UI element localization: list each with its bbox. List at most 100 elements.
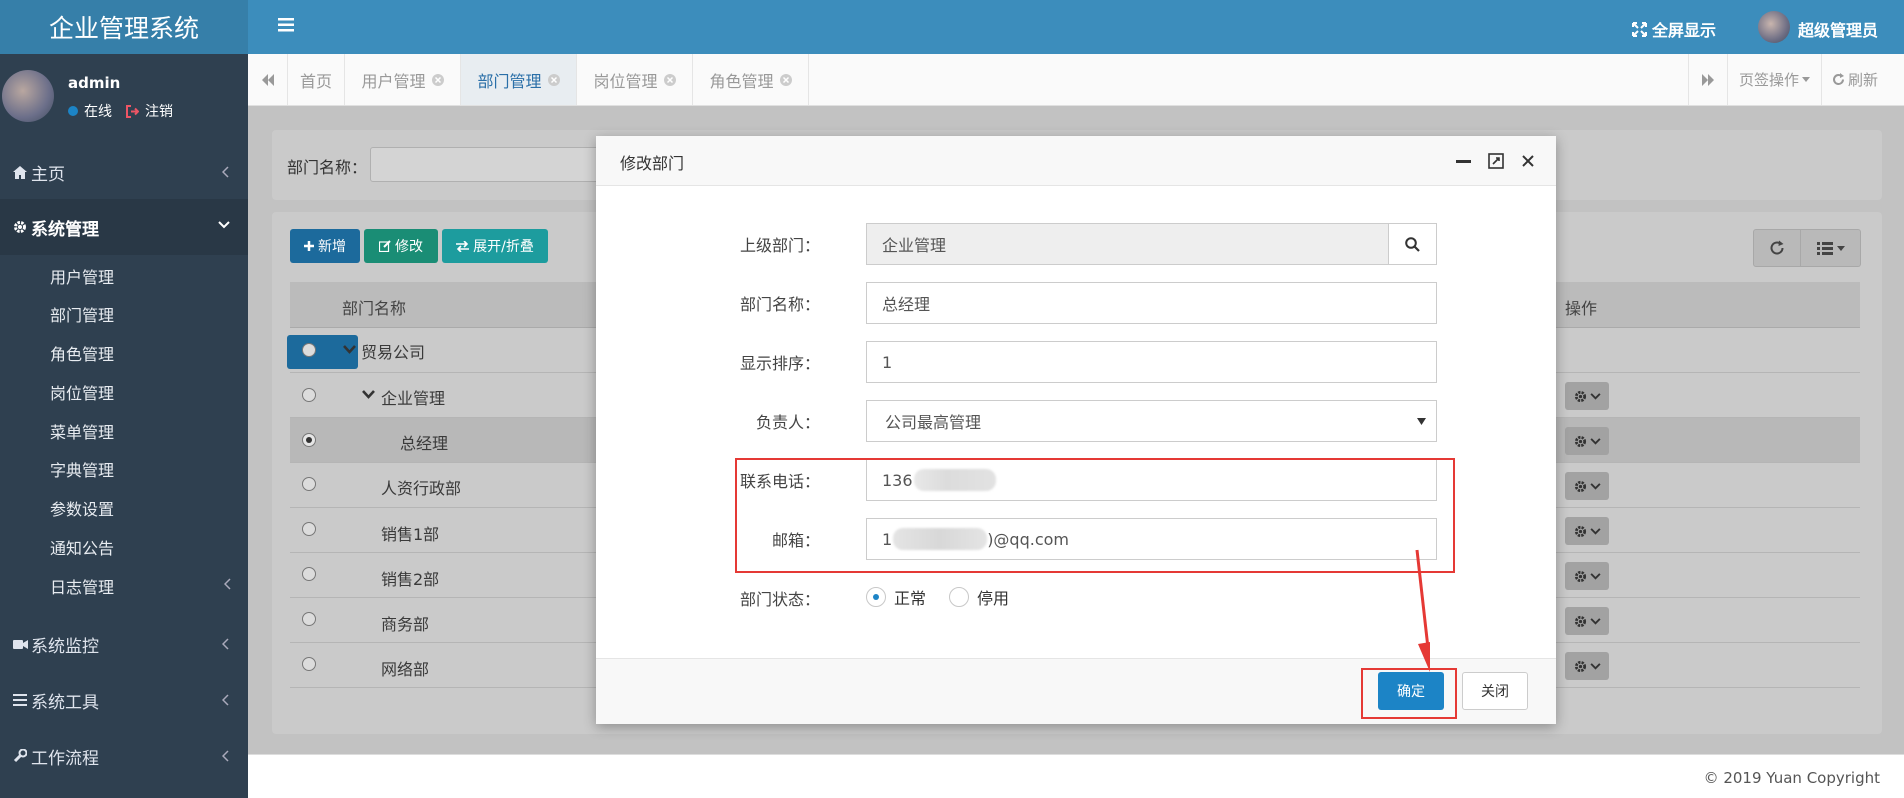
gear-icon — [1574, 660, 1587, 673]
close-icon[interactable] — [547, 73, 560, 86]
sidebar-sub-config[interactable]: 参数设置 — [50, 496, 114, 520]
leader-select[interactable]: 公司最高管理 — [866, 400, 1437, 442]
row-action-dropdown[interactable] — [1565, 427, 1609, 455]
table-refresh-button[interactable] — [1753, 229, 1801, 267]
order-value: 1 — [882, 352, 893, 372]
row-action-dropdown[interactable] — [1565, 517, 1609, 545]
parent-dept-value: 企业管理 — [882, 236, 947, 255]
copyright: © 2019 Yuan Copyright — [1703, 769, 1880, 787]
row-dept-name: 企业管理 — [381, 389, 446, 408]
gear-icon — [1574, 570, 1587, 583]
row-action-dropdown[interactable] — [1565, 562, 1609, 590]
tab-ops-dropdown[interactable]: 页签操作 — [1728, 54, 1822, 105]
row-action-dropdown[interactable] — [1565, 472, 1609, 500]
sidebar-sub-post[interactable]: 岗位管理 — [50, 380, 114, 404]
column-header-name[interactable]: 部门名称 — [342, 295, 406, 319]
sidebar-sub-role[interactable]: 角色管理 — [50, 341, 114, 365]
app-logo: 企业管理系统 — [0, 0, 248, 54]
sidebar-item-tools[interactable]: 系统工具 — [0, 672, 248, 728]
status-label: 部门状态： — [739, 590, 820, 609]
tab-dept[interactable]: 部门管理 — [461, 54, 577, 105]
row-action-dropdown[interactable] — [1565, 652, 1609, 680]
refresh-tab-button[interactable]: 刷新 — [1822, 54, 1888, 105]
sidebar-sub-log[interactable]: 日志管理 — [50, 574, 114, 598]
chevron-left-icon — [222, 638, 230, 650]
row-radio[interactable] — [302, 522, 316, 536]
tab-label: 首页 — [299, 71, 332, 91]
row-action-dropdown[interactable] — [1565, 607, 1609, 635]
caret-down-icon — [1802, 77, 1810, 82]
parent-dept-input[interactable]: 企业管理 — [866, 223, 1389, 265]
tab-scroll-left-button[interactable] — [248, 54, 288, 105]
header-avatar[interactable] — [1758, 11, 1790, 43]
status-normal-radio[interactable]: 正常 — [866, 585, 926, 609]
row-radio[interactable] — [302, 567, 316, 581]
list-icon — [1816, 241, 1833, 255]
footer: © 2019 Yuan Copyright — [248, 754, 1904, 798]
tab-role[interactable]: 角色管理 — [693, 54, 809, 105]
row-radio[interactable] — [302, 343, 316, 357]
chevron-down-icon — [1589, 392, 1601, 400]
sidebar-item-workflow[interactable]: 工作流程 — [0, 728, 248, 784]
row-action-dropdown[interactable] — [1565, 382, 1609, 410]
row-dept-name: 总经理 — [400, 434, 449, 453]
dept-name-value: 总经理 — [882, 295, 931, 314]
close-icon[interactable] — [1521, 154, 1535, 168]
dept-name-input[interactable]: 总经理 — [866, 282, 1437, 324]
row-radio[interactable] — [302, 657, 316, 671]
chevron-down-icon[interactable] — [343, 345, 356, 355]
row-dept-name: 贸易公司 — [361, 343, 426, 362]
sidebar-item-label: 主页 — [31, 164, 65, 185]
parent-dept-search-button[interactable] — [1389, 223, 1437, 265]
sidebar-sub-notice[interactable]: 通知公告 — [50, 535, 114, 559]
chevron-down-icon — [218, 221, 230, 229]
column-toggle-button[interactable] — [1801, 229, 1861, 267]
video-camera-icon — [13, 639, 31, 650]
radio-unchecked-icon — [949, 587, 969, 607]
radio-dot-icon — [873, 594, 879, 600]
maximize-icon[interactable] — [1488, 153, 1504, 169]
chevron-down-icon — [1589, 572, 1601, 580]
header-user-name[interactable]: 超级管理员 — [1798, 17, 1878, 41]
chevron-down-icon[interactable] — [362, 390, 375, 400]
row-dept-name: 销售1部 — [381, 525, 440, 544]
toggle-expand-button[interactable]: 展开/折叠 — [442, 229, 548, 263]
chevron-left-icon — [222, 694, 230, 706]
highlight-contact-fields — [735, 458, 1455, 573]
chevron-down-icon — [1589, 662, 1601, 670]
row-dept-name: 人资行政部 — [381, 479, 462, 498]
fullscreen-button[interactable]: 全屏显示 — [1632, 17, 1716, 41]
tab-label: 部门管理 — [477, 71, 542, 91]
add-button[interactable]: 新增 — [290, 229, 360, 263]
minimize-icon[interactable] — [1456, 160, 1471, 164]
sidebar-item-system[interactable]: 系统管理 — [0, 199, 248, 255]
sidebar-item-home[interactable]: 主页 — [0, 144, 248, 200]
close-icon[interactable] — [431, 73, 444, 86]
edit-button[interactable]: 修改 — [364, 229, 438, 263]
tab-scroll-right-button[interactable] — [1688, 54, 1728, 105]
sidebar-sub-user[interactable]: 用户管理 — [50, 264, 114, 288]
status-disabled-radio[interactable]: 停用 — [949, 585, 1009, 609]
edit-label: 修改 — [395, 239, 423, 255]
tab-post[interactable]: 岗位管理 — [577, 54, 693, 105]
sidebar-sub-dept[interactable]: 部门管理 — [50, 302, 114, 326]
online-dot-icon — [68, 106, 78, 116]
row-dept-name: 商务部 — [381, 615, 430, 634]
sidebar-item-monitor[interactable]: 系统监控 — [0, 616, 248, 672]
tab-home[interactable]: 首页 — [288, 54, 345, 105]
menu-toggle-icon[interactable] — [278, 18, 294, 32]
order-input[interactable]: 1 — [866, 341, 1437, 383]
sidebar-sub-menu[interactable]: 菜单管理 — [50, 419, 114, 443]
gear-icon — [1574, 525, 1587, 538]
close-icon[interactable] — [779, 73, 792, 86]
close-button[interactable]: 关闭 — [1462, 672, 1528, 710]
close-icon[interactable] — [663, 73, 676, 86]
row-radio[interactable] — [302, 477, 316, 491]
row-radio[interactable] — [302, 388, 316, 402]
fullscreen-label: 全屏显示 — [1652, 21, 1717, 40]
logout-link[interactable]: 注销 — [126, 101, 173, 121]
row-radio[interactable] — [302, 612, 316, 626]
row-radio-checked[interactable] — [302, 433, 316, 447]
tab-user[interactable]: 用户管理 — [345, 54, 461, 105]
sidebar-sub-dict[interactable]: 字典管理 — [50, 457, 114, 481]
